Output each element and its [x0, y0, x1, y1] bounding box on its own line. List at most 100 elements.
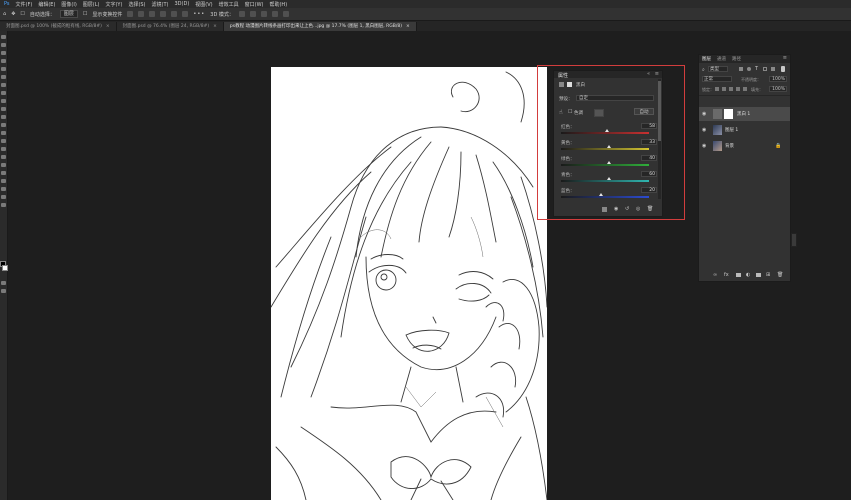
- menu-select[interactable]: 选择(S): [128, 1, 145, 8]
- menu-filter[interactable]: 滤镜(T): [152, 1, 169, 8]
- 3d-scale-icon[interactable]: [282, 11, 289, 17]
- background-color-swatch[interactable]: [2, 265, 8, 271]
- lasso-tool-icon[interactable]: [1, 51, 6, 55]
- home-icon[interactable]: ⌂: [3, 11, 6, 17]
- lock-pixels-icon[interactable]: [722, 87, 726, 91]
- align-left-icon[interactable]: [127, 11, 134, 17]
- quick-mask-icon[interactable]: [1, 281, 6, 285]
- crop-tool-icon[interactable]: [1, 67, 6, 71]
- layer-mask-thumbnail[interactable]: [724, 109, 733, 119]
- lock-artboard-icon[interactable]: [736, 87, 740, 91]
- align-right-icon[interactable]: [149, 11, 156, 17]
- fill-input[interactable]: 100%: [769, 86, 787, 92]
- menu-window[interactable]: 窗口(W): [245, 1, 264, 8]
- menu-file[interactable]: 文件(F): [16, 1, 33, 8]
- path-select-tool-icon[interactable]: [1, 171, 6, 175]
- clone-stamp-tool-icon[interactable]: [1, 107, 6, 111]
- layer-filter-dropdown[interactable]: 类型: [708, 66, 728, 72]
- menu-layer[interactable]: 图层(L): [83, 1, 100, 8]
- layer-row-layer-1[interactable]: ◉ 图层 1: [699, 123, 790, 137]
- fx-icon[interactable]: fx: [724, 272, 729, 278]
- filter-adjustment-icon[interactable]: [747, 67, 751, 71]
- lock-position-icon[interactable]: [729, 87, 733, 91]
- ps-logo-icon[interactable]: Ps: [4, 1, 10, 7]
- layer-row-black-white[interactable]: ◉ 黑白 1: [699, 107, 790, 121]
- more-options-icon[interactable]: •••: [193, 11, 205, 17]
- hand-tool-icon[interactable]: [1, 187, 6, 191]
- history-brush-tool-icon[interactable]: [1, 115, 6, 119]
- 3d-slide-icon[interactable]: [271, 11, 278, 17]
- filter-toggle[interactable]: [781, 66, 785, 72]
- collapsed-panel-toggle[interactable]: [791, 233, 797, 247]
- filter-pixel-icon[interactable]: [739, 67, 743, 71]
- tab-paths[interactable]: 路径: [732, 56, 741, 62]
- lock-icon: 🔒: [775, 143, 782, 149]
- new-adjustment-layer-icon[interactable]: ◐: [746, 272, 750, 278]
- show-transform-label: 显示变换控件: [92, 11, 123, 18]
- 3d-pan-icon[interactable]: [260, 11, 267, 17]
- quick-select-tool-icon[interactable]: [1, 59, 6, 63]
- menu-bar: Ps 文件(F) 编辑(E) 图像(I) 图层(L) 文字(Y) 选择(S) 滤…: [0, 0, 851, 8]
- eye-icon[interactable]: ◉: [702, 143, 706, 149]
- auto-select-target-dropdown[interactable]: 图层: [59, 10, 78, 18]
- link-layers-icon[interactable]: ∞: [713, 272, 717, 278]
- align-bottom-icon[interactable]: [182, 11, 189, 17]
- lock-all-icon[interactable]: [743, 87, 747, 91]
- close-icon[interactable]: ×: [106, 24, 110, 29]
- filter-smart-object-icon[interactable]: [771, 67, 775, 71]
- eye-icon[interactable]: ◉: [702, 111, 706, 117]
- filter-shape-icon[interactable]: [763, 67, 767, 71]
- menu-view[interactable]: 视图(V): [195, 1, 212, 8]
- lock-transparent-icon[interactable]: [715, 87, 719, 91]
- menu-help[interactable]: 帮助(H): [269, 1, 287, 8]
- zoom-tool-icon[interactable]: [1, 195, 6, 199]
- show-transform-checkbox[interactable]: ☐: [83, 11, 87, 17]
- screen-mode-icon[interactable]: [1, 289, 6, 293]
- three-d-mode-label: 3D 模式：: [210, 11, 234, 18]
- menu-edit[interactable]: 编辑(E): [38, 1, 55, 8]
- align-top-icon[interactable]: [160, 11, 167, 17]
- move-tool-icon[interactable]: [1, 35, 6, 39]
- move-tool-icon[interactable]: ✥: [11, 11, 15, 17]
- type-tool-icon[interactable]: [1, 163, 6, 167]
- filter-type-icon[interactable]: T: [755, 66, 758, 72]
- layer-row-background[interactable]: ◉ 背景 🔒: [699, 139, 790, 153]
- tab-channels[interactable]: 通道: [717, 56, 726, 62]
- menu-plugins[interactable]: 增效工具: [219, 1, 239, 8]
- frame-tool-icon[interactable]: [1, 75, 6, 79]
- new-layer-icon[interactable]: ⊞: [766, 272, 770, 278]
- new-group-icon[interactable]: [756, 273, 761, 277]
- marquee-tool-icon[interactable]: [1, 43, 6, 47]
- opacity-input[interactable]: 100%: [769, 76, 787, 82]
- trash-icon[interactable]: 🗑: [777, 272, 783, 278]
- close-icon[interactable]: ×: [406, 24, 410, 29]
- document-canvas[interactable]: [271, 67, 547, 500]
- 3d-rotate-icon[interactable]: [238, 11, 245, 17]
- blend-mode-dropdown[interactable]: 正常: [702, 76, 732, 82]
- edit-toolbar-icon[interactable]: [1, 203, 6, 207]
- tab-document-3[interactable]: ps教程 动漫图片转线条画打印出来让上色...jpg @ 17.7% (图层 1…: [223, 22, 417, 31]
- brush-tool-icon[interactable]: [1, 99, 6, 103]
- shape-tool-icon[interactable]: [1, 179, 6, 183]
- healing-tool-icon[interactable]: [1, 91, 6, 95]
- align-middle-icon[interactable]: [171, 11, 178, 17]
- 3d-roll-icon[interactable]: [249, 11, 256, 17]
- blur-tool-icon[interactable]: [1, 139, 6, 143]
- menu-image[interactable]: 图像(I): [61, 1, 76, 8]
- tab-document-2[interactable]: 封面图.psd @ 76.4% (图层 24, RGB/8#) ×: [116, 22, 224, 31]
- eyedropper-tool-icon[interactable]: [1, 83, 6, 87]
- tab-document-1[interactable]: 封面图.psd @ 100% (截成的框有线, RGB/8#) ×: [0, 22, 117, 31]
- add-mask-icon[interactable]: [736, 273, 741, 277]
- eye-icon[interactable]: ◉: [702, 127, 706, 133]
- menu-3d[interactable]: 3D(D): [174, 1, 189, 7]
- auto-select-checkbox[interactable]: ☐: [20, 11, 24, 17]
- dodge-tool-icon[interactable]: [1, 147, 6, 151]
- pen-tool-icon[interactable]: [1, 155, 6, 159]
- menu-type[interactable]: 文字(Y): [105, 1, 122, 8]
- panel-menu-icon[interactable]: ≡: [783, 55, 787, 61]
- gradient-tool-icon[interactable]: [1, 131, 6, 135]
- align-center-icon[interactable]: [138, 11, 145, 17]
- tab-layers[interactable]: 图层: [702, 56, 711, 62]
- close-icon[interactable]: ×: [213, 24, 217, 29]
- eraser-tool-icon[interactable]: [1, 123, 6, 127]
